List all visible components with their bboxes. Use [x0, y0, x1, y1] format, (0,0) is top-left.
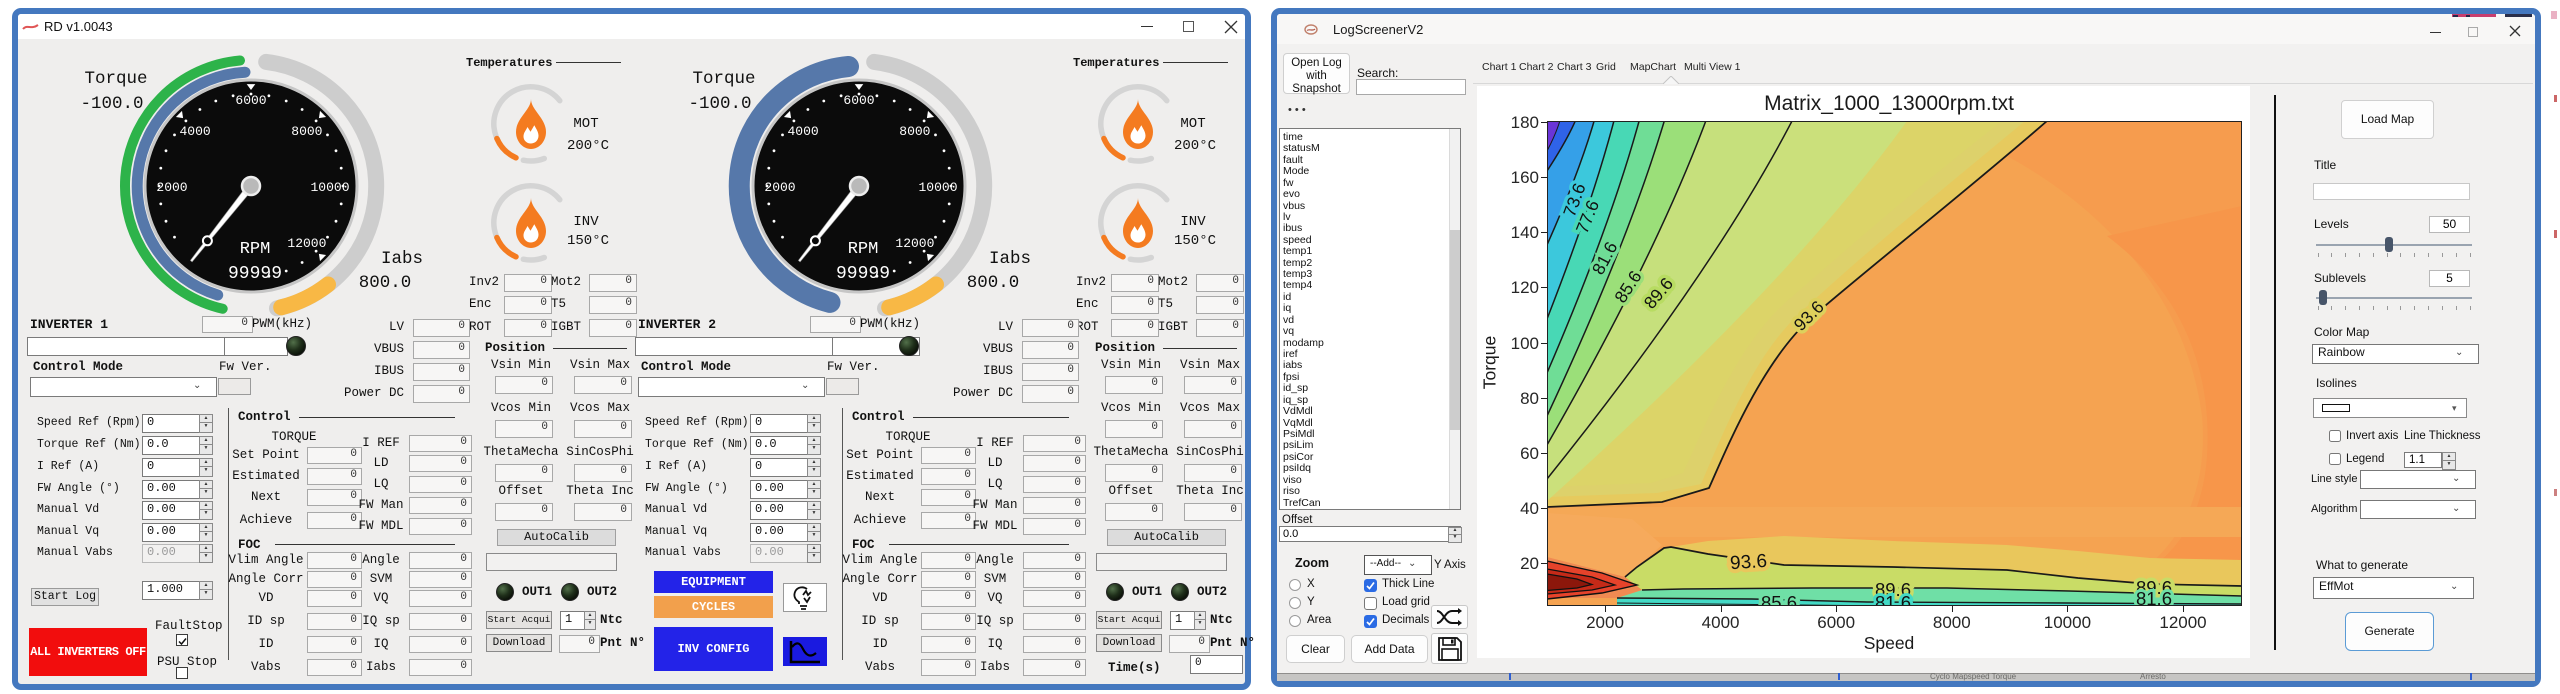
svg-text:6000: 6000: [235, 93, 266, 108]
svg-text:8000: 8000: [291, 124, 322, 139]
svg-text:RPM: RPM: [848, 240, 879, 259]
svg-text:RPM: RPM: [240, 240, 271, 259]
svg-text:12000: 12000: [287, 236, 326, 251]
svg-text:10000: 10000: [310, 180, 349, 195]
svg-text:10000: 10000: [918, 180, 957, 195]
svg-text:12000: 12000: [895, 236, 934, 251]
svg-text:4000: 4000: [787, 124, 818, 139]
svg-text:6000: 6000: [843, 93, 874, 108]
svg-text:2000: 2000: [156, 180, 187, 195]
svg-text:99999: 99999: [836, 264, 890, 284]
svg-text:2000: 2000: [764, 180, 795, 195]
svg-text:99999: 99999: [228, 264, 282, 284]
svg-text:4000: 4000: [179, 124, 210, 139]
svg-text:8000: 8000: [899, 124, 930, 139]
